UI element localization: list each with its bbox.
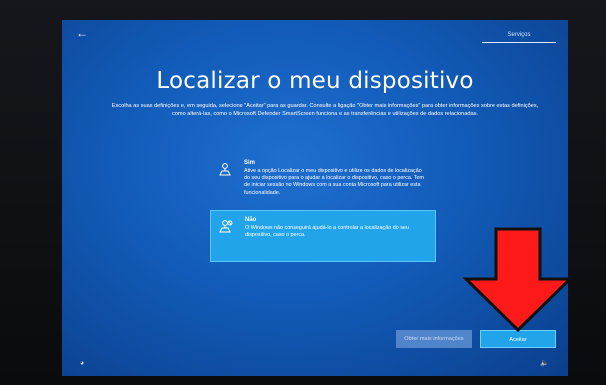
page-title: Localizar o meu dispositivo [156, 68, 474, 94]
step-indicator-label: Serviços [507, 32, 531, 38]
option-nao-description: O Windows não conseguirá ajudá-lo a cont… [245, 225, 409, 239]
option-sim-description: Ative a opção Localizar o meu dispositiv… [244, 168, 424, 196]
step-indicator-underline [482, 42, 556, 43]
page-description: Escolha as suas definições e, em seguida… [111, 103, 539, 117]
accept-button[interactable]: Aceitar [480, 330, 556, 348]
option-nao[interactable]: Não O Windows não conseguirá ajudá-lo a … [210, 210, 436, 262]
back-arrow-icon[interactable]: ← [76, 26, 92, 40]
more-info-button[interactable]: Obter mais informações [396, 330, 472, 348]
red-annotation-arrow-icon [462, 227, 574, 332]
accessibility-icon[interactable]: ◕ [80, 360, 88, 368]
option-sim-title: Sim [244, 160, 256, 166]
option-sim[interactable]: Sim Ative a opção Localizar o meu dispos… [210, 154, 434, 206]
location-person-off-icon [219, 220, 233, 233]
option-nao-title: Não [245, 217, 257, 223]
volume-icon[interactable]: 🔈 [540, 360, 550, 368]
location-person-icon [219, 163, 231, 176]
